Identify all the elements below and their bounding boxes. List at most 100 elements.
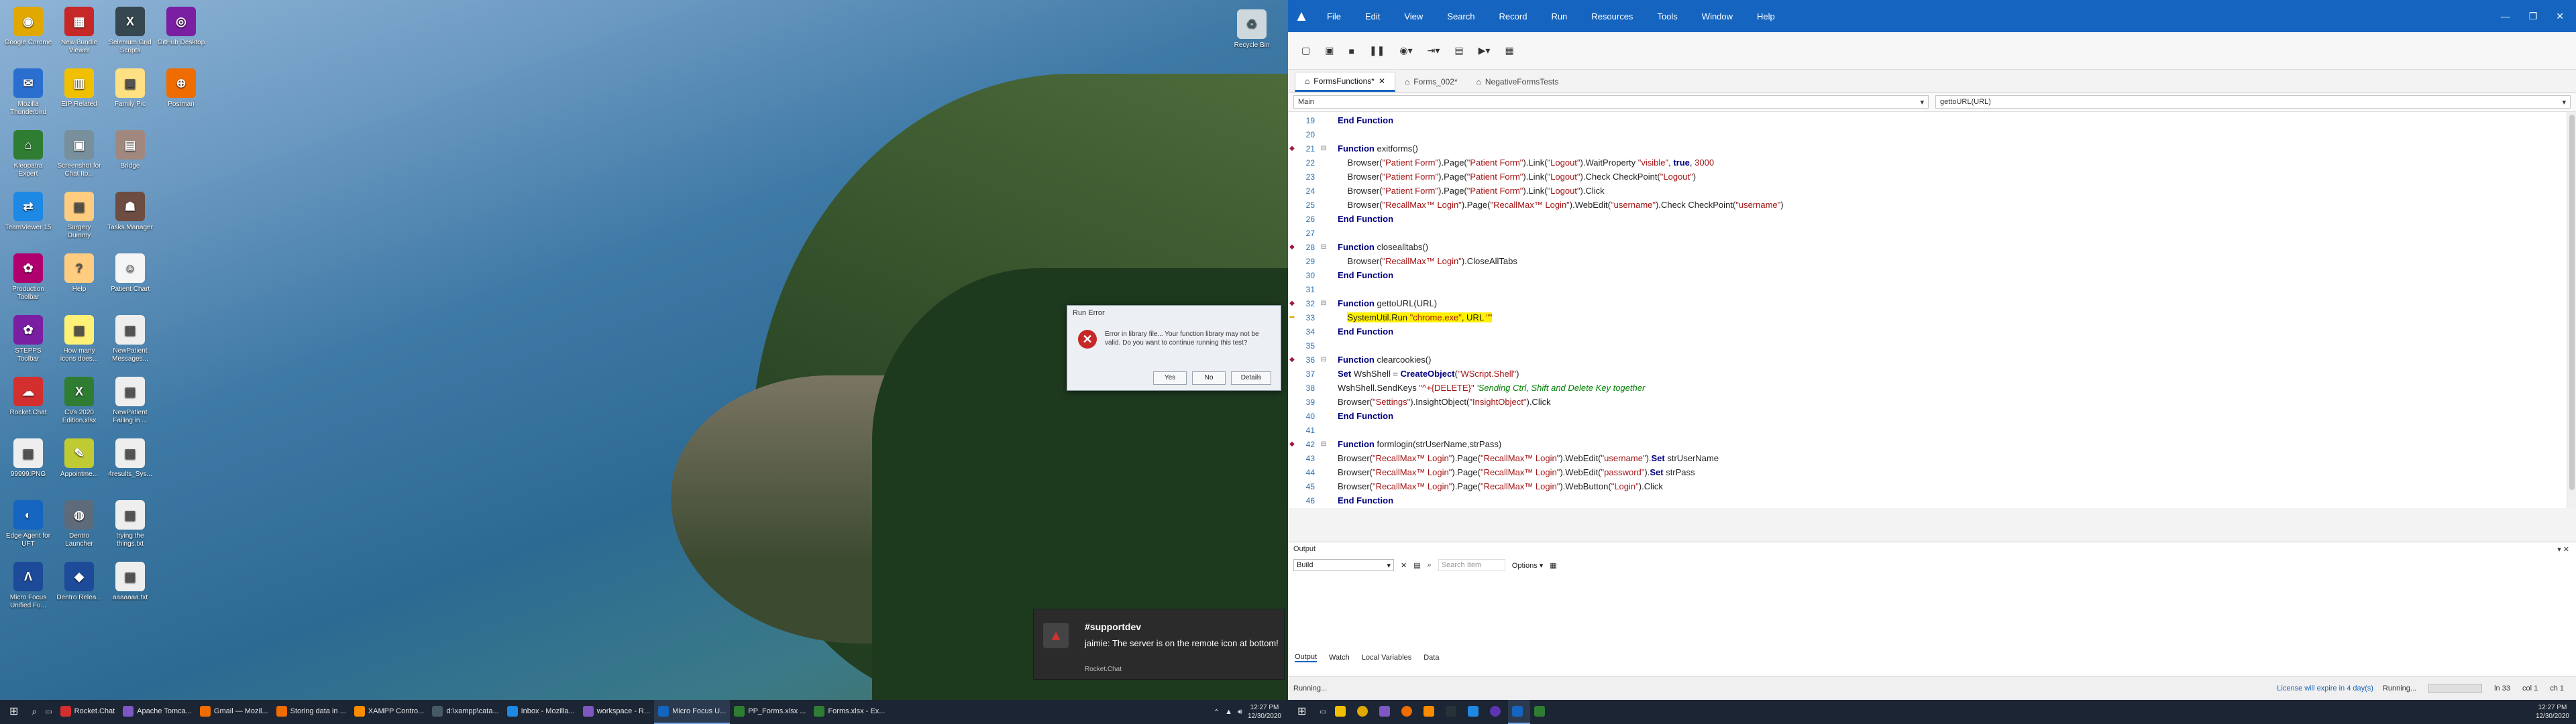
fold-toggle[interactable]: ⊟ [1319,440,1328,448]
output-tab-output[interactable]: Output [1295,653,1318,662]
desktop-icon[interactable]: ▤ 4results_Sys... [106,436,154,493]
breakpoint-marker[interactable]: ◆ [1288,300,1296,307]
code-line[interactable]: 31 [1288,282,2556,296]
output-tab-watch[interactable]: Watch [1329,654,1350,662]
save-icon[interactable]: ▤ [1454,45,1463,56]
desktop-icon[interactable]: ◉ Google Chrome [4,4,52,62]
details-button[interactable]: Details [1231,371,1271,385]
desktop-icon[interactable]: ☗ Tasks Manager [106,189,154,247]
output-tab-data[interactable]: Data [1424,654,1439,662]
breakpoint-marker[interactable]: ◆ [1288,356,1296,363]
code-line[interactable]: 29 Browser("RecallMax™ Login").CloseAllT… [1288,254,2556,268]
minimize-icon[interactable]: — [2501,11,2510,22]
wrap-icon[interactable]: ▤ [1413,561,1420,570]
eclipse-icon[interactable] [1486,700,1508,724]
menu-window[interactable]: Window [1690,11,1745,21]
code-line[interactable]: 40 End Function [1288,409,2556,423]
code-line[interactable]: 44 Browser("RecallMax™ Login").Page("Reca… [1288,465,2556,479]
new-file-icon[interactable]: ▢ [1301,45,1310,56]
code-line[interactable]: 25 Browser("RecallMax™ Login").Page("Rec… [1288,198,2556,212]
code-line[interactable]: ◆ 28 ⊟ Function closealltabs() [1288,240,2556,254]
stop-icon[interactable]: ■ [1348,46,1354,56]
recycle-bin-icon[interactable]: ♻ Recycle Bin [1228,7,1276,64]
menu-view[interactable]: View [1392,11,1435,21]
taskbar-app[interactable]: Inbox - Mozilla... [503,700,579,724]
clock[interactable]: 12:27 PM 12/30/2020 [1248,703,1281,721]
desktop-icon[interactable]: ✿ STEPPS Toolbar [4,312,52,370]
desktop-icon[interactable]: ☁ Rocket.Chat [4,374,52,432]
execution-arrow-icon[interactable]: ➡ [1288,314,1296,321]
code-line[interactable]: 35 [1288,339,2556,353]
code-line[interactable]: ◆ 36 ⊟ Function clearcookies() [1288,353,2556,367]
code-line[interactable]: ◆ 21 ⊟ Function exitforms() [1288,141,2556,156]
taskbar-app[interactable]: XAMPP Contro... [350,700,429,724]
menu-run[interactable]: Run [1539,11,1579,21]
taskbar-app[interactable]: Micro Focus U... [654,700,731,724]
taskbar-app[interactable]: Forms.xlsx - Ex... [810,700,889,724]
breakpoint-marker[interactable]: ◆ [1288,243,1296,251]
tab-1[interactable]: ⌂ Forms_002* [1395,72,1467,92]
taskbar-app[interactable]: Rocket.Chat [56,700,119,724]
code-line[interactable]: 27 [1288,226,2556,240]
taskbar-app[interactable]: workspace - R... [579,700,654,724]
pane-controls[interactable]: ▾ ✕ [2557,545,2569,554]
fold-toggle[interactable]: ⊟ [1319,356,1328,363]
taskbar-app[interactable]: Apache Tomca... [119,700,196,724]
code-line[interactable]: 41 [1288,423,2556,437]
firefox-icon[interactable] [1397,700,1419,724]
code-line[interactable]: ➡ 33 SystemUtil.Run "chrome.exe", URL "" [1288,310,2556,324]
code-line[interactable]: 45 Browser("RecallMax™ Login").Page("Reca… [1288,479,2556,493]
fold-toggle[interactable]: ⊟ [1319,145,1328,152]
open-icon[interactable]: ▣ [1325,45,1334,56]
taskbar-app[interactable]: Gmail — Mozil... [196,700,272,724]
menu-tools[interactable]: Tools [1645,11,1689,21]
output-search-input[interactable]: Search Item [1438,559,1505,571]
desktop-icon[interactable]: ▤ Surgery Dummy [55,189,103,247]
desktop-icon[interactable]: ◍ Dentro Launcher [55,497,103,555]
menu-help[interactable]: Help [1745,11,1787,21]
desktop-icon[interactable]: ▤ Bridge [106,127,154,185]
code-line[interactable]: 43 Browser("RecallMax™ Login").Page("Reca… [1288,451,2556,465]
step-icon[interactable]: ⇥▾ [1428,45,1440,56]
scope-select[interactable]: Main ▾ [1293,95,1929,109]
file-explorer-icon[interactable] [1331,700,1353,724]
record-icon[interactable]: ◉▾ [1399,45,1412,56]
code-line[interactable]: ◆ 32 ⊟ Function gettoURL(URL) [1288,296,2556,310]
desktop-icon[interactable]: X Selenium Grid Scripts [106,4,154,62]
taskbar-app[interactable]: Storing data in ... [272,700,350,724]
terminal-icon[interactable] [1442,700,1464,724]
tab-0[interactable]: ⌂ FormsFunctions* ✕ [1295,72,1396,92]
search-icon[interactable]: ⌕ [28,700,41,724]
no-button[interactable]: No [1192,371,1226,385]
desktop-icon[interactable]: ▤ NewPatient Messages... [106,312,154,370]
menu-record[interactable]: Record [1487,11,1540,21]
close-icon[interactable]: ✕ [2556,11,2564,22]
run-icon[interactable]: ▶▾ [1479,45,1491,56]
scroll-thumb[interactable] [2569,115,2575,490]
desktop-icon[interactable]: ▤ NewPatient Failing in ... [106,374,154,432]
rocketchat-notification[interactable]: ▲ #supportdev jaimie: The server is on t… [1033,609,1285,680]
code-editor[interactable]: 19 End Function 20 ◆ 21 ⊟ Function exitforms()… [1288,111,2576,508]
code-line[interactable]: 26 End Function [1288,212,2556,226]
desktop-icon[interactable]: ▦ New Bundle Viewer [55,4,103,62]
taskbar-app[interactable]: PP_Forms.xlsx ... [730,700,810,724]
desktop-icon[interactable]: ⊕ Postman [157,66,205,123]
clock-right[interactable]: 12:27 PM 12/30/2020 [2536,703,2569,721]
desktop-icon[interactable]: Λ Micro Focus Unified Fu... [4,559,52,617]
start-button[interactable]: ⊞ [1288,700,1316,724]
code-line[interactable]: 39 Browser("Settings").InsightObject("Ins… [1288,395,2556,409]
task-view-icon[interactable]: ▭ [41,700,56,724]
editor-scrollbar[interactable] [2567,112,2576,508]
code-line[interactable]: ◆ 42 ⊟ Function formlogin(strUserName,strPa… [1288,437,2556,451]
license-warning[interactable]: License will expire in 4 day(s) [2277,684,2373,692]
teamviewer-icon[interactable] [1464,700,1486,724]
code-line[interactable]: 37 Set WshShell = CreateObject("WScript.S… [1288,367,2556,381]
tab-2[interactable]: ⌂ NegativeFormsTests [1467,72,1568,92]
xampp-icon[interactable] [1419,700,1442,724]
code-line[interactable]: 23 Browser("Patient Form").Page("Patient… [1288,170,2556,184]
maximize-icon[interactable]: ❐ [2529,11,2538,22]
fold-toggle[interactable]: ⊟ [1319,243,1328,251]
task-view-icon[interactable]: ▭ [1316,700,1330,724]
desktop-icon[interactable]: ? Help [55,251,103,308]
desktop-icon[interactable]: ☺ Patient Chart [106,251,154,308]
